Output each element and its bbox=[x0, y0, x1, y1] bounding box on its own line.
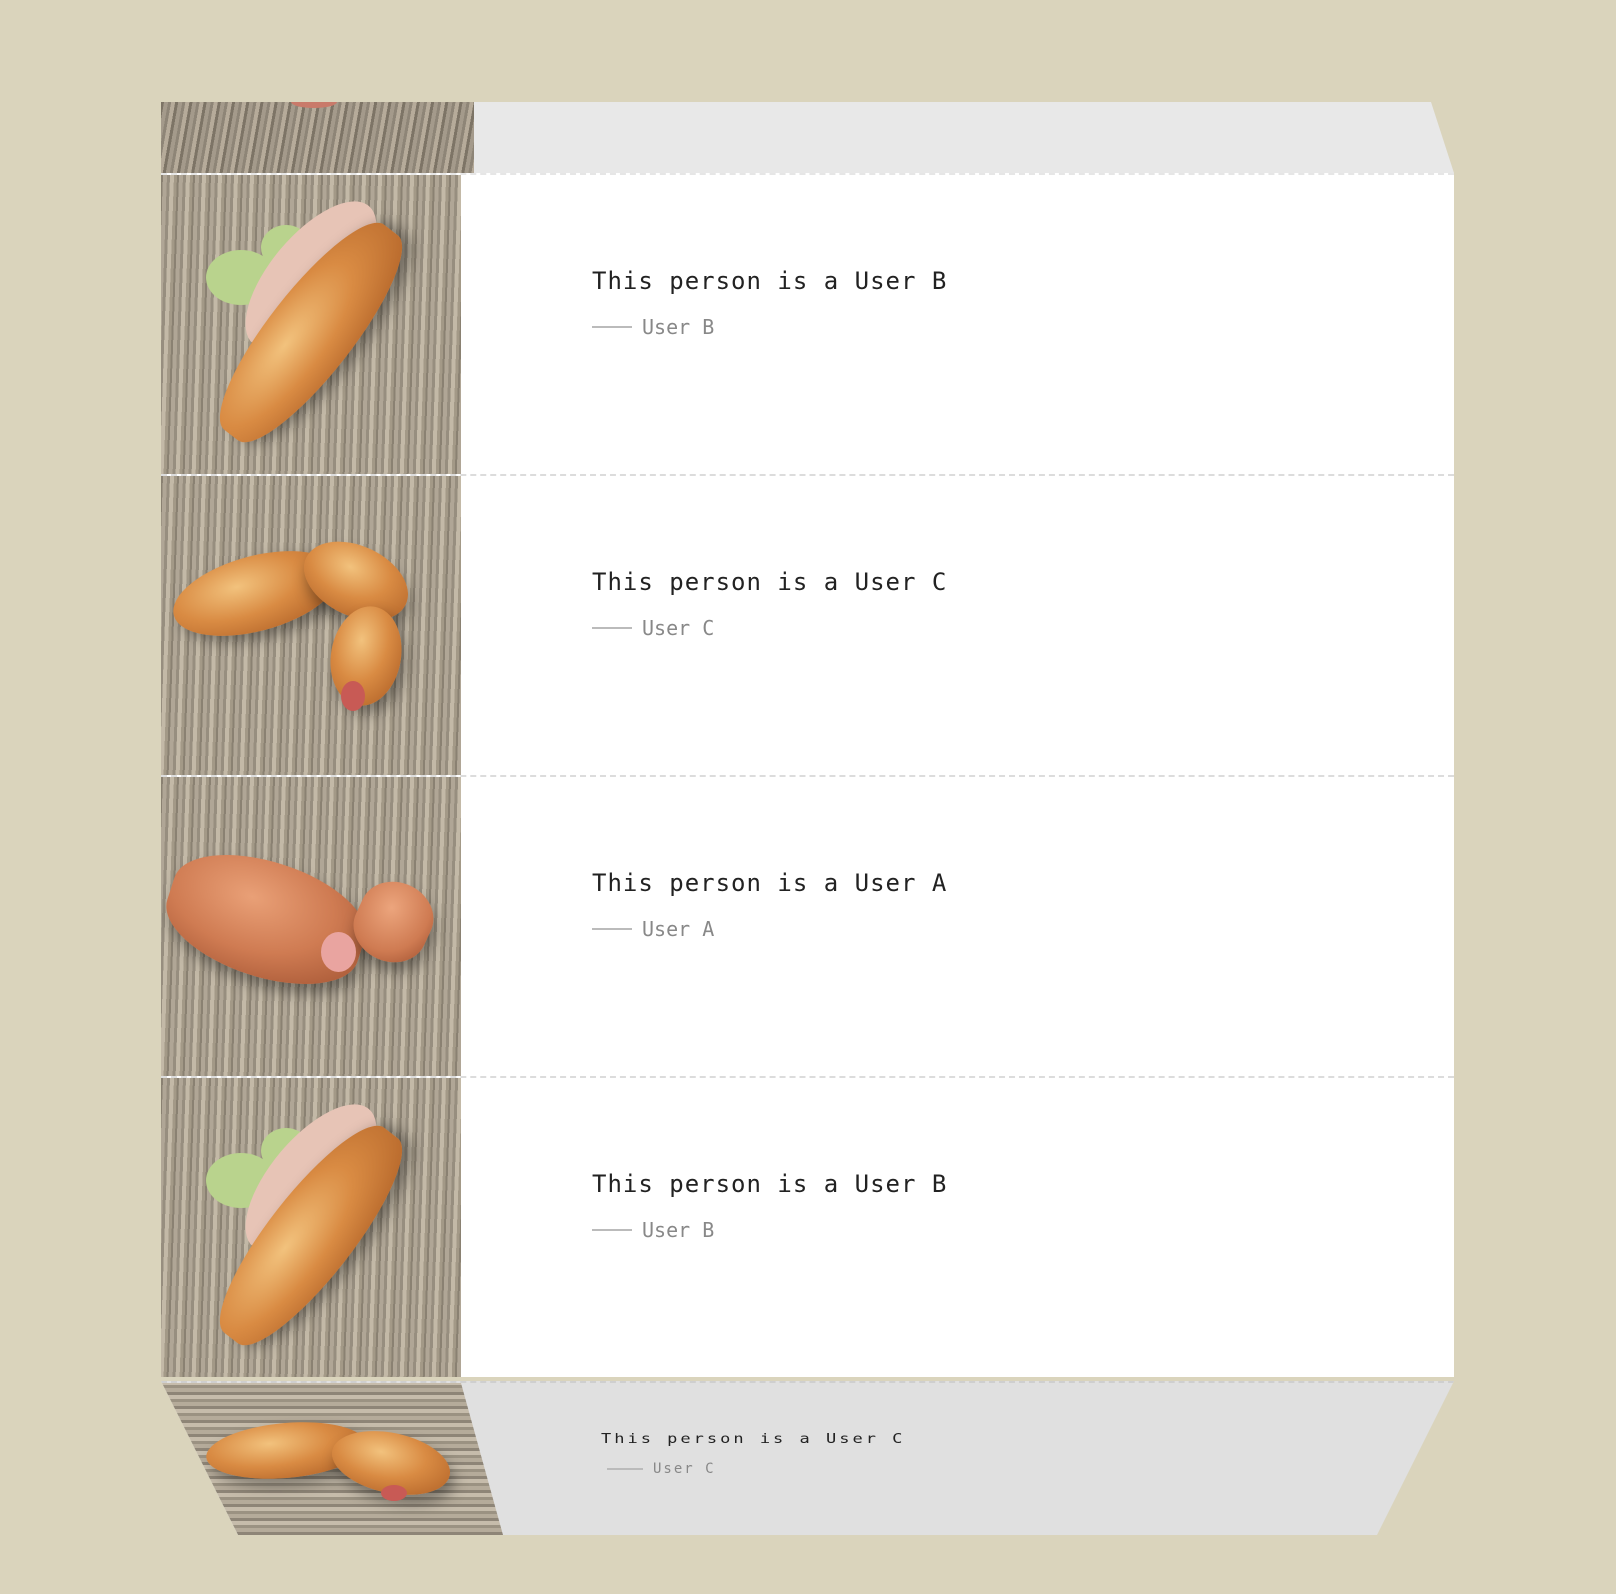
testimonial-row[interactable]: This person is a User A User A bbox=[161, 775, 1454, 1076]
author-dash bbox=[592, 627, 632, 629]
testimonial-row[interactable]: This person is a User B User B bbox=[161, 173, 1454, 474]
author-name: User C bbox=[642, 616, 715, 640]
bread-photo bbox=[161, 777, 461, 1076]
testimonial-list: This person is a User B User B This pers… bbox=[161, 173, 1454, 1377]
fold-top-photo bbox=[161, 102, 474, 173]
quote-author: User A bbox=[592, 917, 947, 941]
author-dash bbox=[592, 326, 632, 328]
testimonial-quote: This person is a User B User B bbox=[592, 1170, 947, 1242]
testimonial-quote: This person is a User B User B bbox=[592, 267, 947, 339]
author-dash bbox=[607, 1468, 643, 1470]
quote-text: This person is a User B bbox=[592, 267, 948, 295]
quote-author: User C bbox=[592, 616, 947, 640]
testimonial-row[interactable]: This person is a User C User C bbox=[161, 474, 1454, 775]
quote-text: This person is a User A bbox=[592, 869, 948, 897]
testimonial-quote: This person is a User C User C bbox=[592, 568, 947, 640]
carousel-fold-top[interactable] bbox=[161, 102, 1454, 173]
carousel-fold-bottom[interactable]: This person is a User C User C bbox=[161, 1381, 1454, 1535]
bread-photo bbox=[161, 175, 461, 474]
bread-photo bbox=[161, 476, 461, 775]
quote-author: User B bbox=[592, 1218, 947, 1242]
testimonial-quote: This person is a User A User A bbox=[592, 869, 947, 941]
author-name: User B bbox=[642, 1218, 715, 1242]
testimonial-row[interactable]: This person is a User B User B bbox=[161, 1076, 1454, 1377]
quote-text: This person is a User B bbox=[592, 1170, 948, 1198]
author-dash bbox=[592, 1229, 632, 1231]
author-name: User A bbox=[642, 917, 715, 941]
quote-author: User C bbox=[607, 1461, 716, 1477]
bread-photo bbox=[161, 1078, 461, 1377]
author-name: User C bbox=[653, 1461, 716, 1477]
quote-text: This person is a User C bbox=[601, 1431, 906, 1447]
author-name: User B bbox=[642, 315, 715, 339]
author-dash bbox=[592, 928, 632, 930]
quote-author: User B bbox=[592, 315, 947, 339]
quote-text: This person is a User C bbox=[592, 568, 948, 596]
